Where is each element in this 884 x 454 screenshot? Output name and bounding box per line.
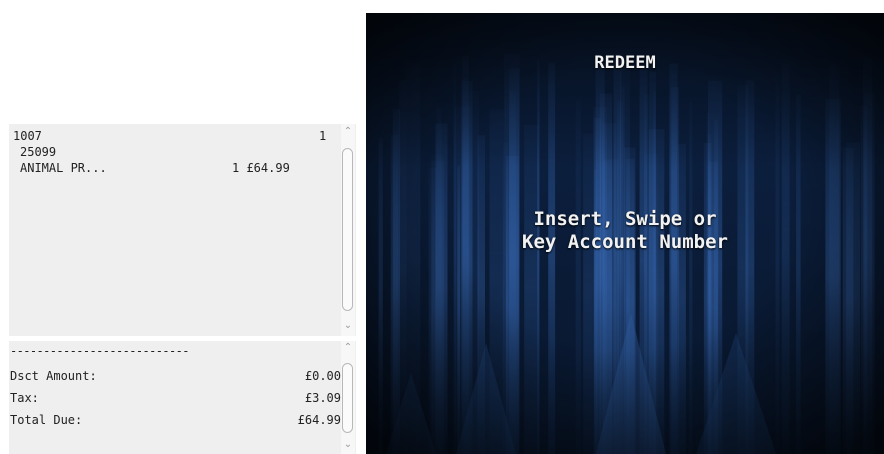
tax-label: Tax:: [10, 391, 39, 405]
totals-panel[interactable]: --------------------------- Dsct Amount:…: [9, 341, 356, 454]
tax-value: £3.09: [304, 391, 341, 405]
chevron-up-icon[interactable]: ⌃: [342, 126, 354, 138]
journal-header-id: 1007: [13, 129, 42, 143]
chevron-down-icon[interactable]: ⌄: [342, 439, 354, 451]
screen-title: REDEEM: [594, 53, 656, 73]
totals-scrollbar[interactable]: ⌃ ⌄: [341, 341, 355, 454]
totals-scroll-thumb[interactable]: [342, 363, 353, 433]
prompt-line-2: Key Account Number: [522, 231, 728, 253]
discount-label: Dsct Amount:: [10, 369, 97, 383]
journal-header-count: 1: [319, 129, 327, 143]
customer-display: REDEEM Insert, Swipe or Key Account Numb…: [366, 13, 884, 454]
total-due-value: £64.99: [297, 413, 341, 427]
chevron-down-icon[interactable]: ⌄: [342, 320, 354, 332]
item-description: ANIMAL PR...: [20, 161, 107, 175]
total-due-label: Total Due:: [10, 413, 83, 427]
screen-prompt: Insert, Swipe or Key Account Number: [366, 208, 884, 254]
discount-value: £0.00: [304, 369, 341, 383]
journal-scrollbar[interactable]: ⌃ ⌄: [341, 124, 355, 336]
item-code: 25099: [20, 145, 57, 159]
journal-scroll-thumb[interactable]: [342, 148, 353, 311]
totals-separator: ---------------------------: [10, 344, 189, 358]
prompt-line-1: Insert, Swipe or: [533, 208, 717, 230]
chevron-up-icon[interactable]: ⌃: [342, 342, 354, 354]
transaction-journal[interactable]: 1007 1 25099 ANIMAL PR... 1 £64.99 ⌃ ⌄: [9, 124, 356, 336]
item-qty-price: 1 £64.99: [232, 161, 290, 175]
